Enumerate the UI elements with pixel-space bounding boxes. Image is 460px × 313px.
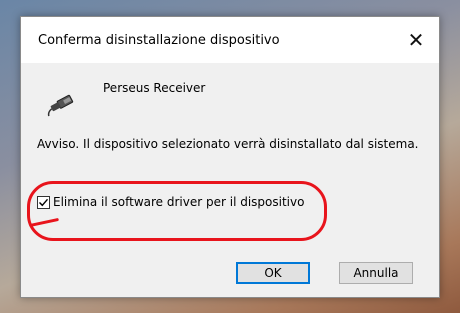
usb-cable-icon [47,94,74,117]
dialog-title: Conferma disinstallazione dispositivo [38,33,280,48]
device-name: Perseus Receiver [103,81,206,95]
delete-driver-option[interactable]: Elimina il software driver per il dispos… [37,195,304,209]
delete-driver-label[interactable]: Elimina il software driver per il dispos… [53,195,304,209]
ok-button[interactable]: OK [236,262,310,284]
title-bar: Conferma disinstallazione dispositivo ✕ [21,17,439,63]
uninstall-confirm-dialog: Conferma disinstallazione dispositivo ✕ … [20,16,440,298]
delete-driver-checkbox[interactable] [37,195,50,209]
red-annotation-circle [27,181,327,241]
checkmark-icon [39,198,49,206]
red-annotation-stroke [29,217,59,228]
close-icon[interactable]: ✕ [393,17,439,63]
warning-text: Avviso. Il dispositivo selezionato verrà… [37,137,419,151]
cancel-button[interactable]: Annulla [339,262,413,284]
